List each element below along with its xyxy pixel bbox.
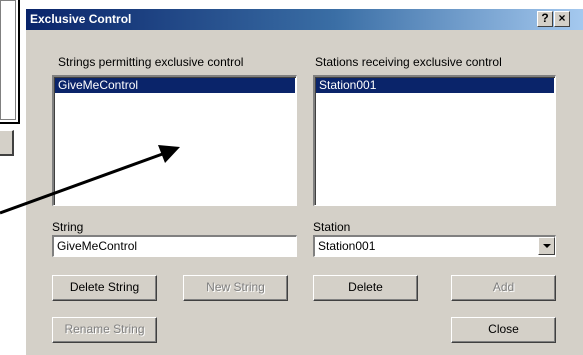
- stations-list-item[interactable]: Station001: [316, 78, 554, 93]
- background-window: [0, 0, 20, 124]
- delete-button[interactable]: Delete: [313, 275, 418, 301]
- station-combobox-value: Station001: [318, 239, 376, 253]
- add-button[interactable]: Add: [451, 275, 556, 301]
- help-button[interactable]: ?: [537, 11, 553, 27]
- close-icon[interactable]: ×: [554, 11, 570, 27]
- exclusive-control-dialog: Exclusive Control ? × Strings permitting…: [25, 8, 583, 355]
- stations-list-label: Stations receiving exclusive control: [315, 55, 502, 69]
- close-button[interactable]: Close: [451, 317, 556, 343]
- string-input-value: GiveMeControl: [57, 239, 138, 253]
- rename-string-button[interactable]: Rename String: [52, 317, 157, 343]
- chevron-down-icon[interactable]: [538, 237, 555, 255]
- string-input[interactable]: GiveMeControl: [52, 235, 297, 257]
- new-string-button[interactable]: New String: [183, 275, 288, 301]
- station-combobox[interactable]: Station001: [313, 235, 556, 257]
- screenshot-stage: Exclusive Control ? × Strings permitting…: [0, 0, 583, 355]
- delete-string-button[interactable]: Delete String: [52, 275, 157, 301]
- strings-listbox-frame: [54, 77, 296, 205]
- background-window-frame: [0, 0, 16, 120]
- station-field-label: Station: [313, 220, 351, 234]
- background-window-button[interactable]: [0, 130, 14, 156]
- strings-list-item[interactable]: GiveMeControl: [55, 78, 295, 93]
- strings-list-label: Strings permitting exclusive control: [58, 55, 244, 69]
- stations-listbox[interactable]: Station001: [312, 74, 557, 207]
- string-field-label: String: [52, 220, 84, 234]
- title-bar[interactable]: Exclusive Control ? ×: [26, 9, 583, 30]
- dialog-title: Exclusive Control: [30, 12, 132, 26]
- strings-listbox[interactable]: GiveMeControl: [51, 74, 298, 207]
- stations-listbox-frame: [315, 77, 555, 205]
